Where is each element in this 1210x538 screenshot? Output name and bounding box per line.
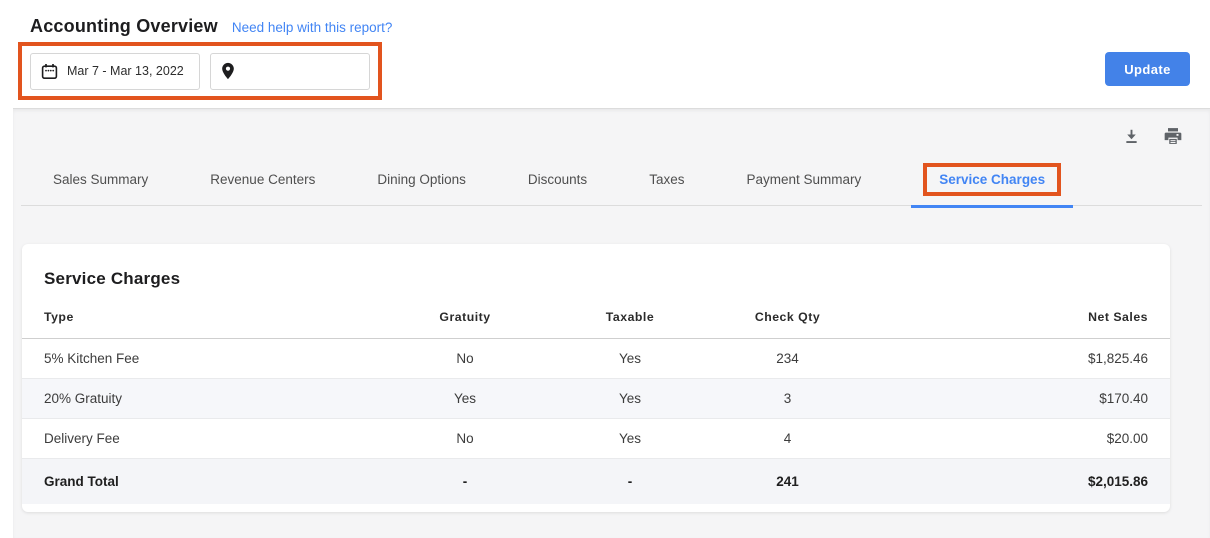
cell-gratuity: Yes [375,379,555,419]
location-picker[interactable] [210,53,370,90]
cell-type: Grand Total [22,459,375,505]
cell-gratuity: - [375,459,555,505]
date-range-value: Mar 7 - Mar 13, 2022 [67,64,184,78]
tab-revenue-centers[interactable]: Revenue Centers [210,172,315,187]
grand-total-row: Grand Total - - 241 $2,015.86 [22,459,1170,505]
service-charges-card: Service Charges Type Gratuity Taxable Ch… [22,244,1170,512]
tab-discounts[interactable]: Discounts [528,172,587,187]
tab-service-charges-label: Service Charges [939,172,1045,187]
tab-payment-summary[interactable]: Payment Summary [746,172,861,187]
download-icon[interactable] [1120,125,1142,147]
report-header: Accounting Overview Need help with this … [0,0,1210,108]
cell-taxable: Yes [555,339,705,379]
tab-sales-summary[interactable]: Sales Summary [53,172,148,187]
title-row: Accounting Overview Need help with this … [0,0,1210,37]
cell-net-sales: $170.40 [870,379,1170,419]
report-toolbar [13,109,1210,153]
cell-taxable: Yes [555,379,705,419]
cell-taxable: - [555,459,705,505]
print-icon[interactable] [1162,125,1184,147]
column-header-taxable: Taxable [555,297,705,339]
tab-dining-options[interactable]: Dining Options [377,172,466,187]
report-panel: Sales Summary Revenue Centers Dining Opt… [13,108,1210,538]
report-tabs: Sales Summary Revenue Centers Dining Opt… [21,153,1202,206]
table-row: Delivery Fee No Yes 4 $20.00 [22,419,1170,459]
table-row: 20% Gratuity Yes Yes 3 $170.40 [22,379,1170,419]
column-header-type: Type [22,297,375,339]
table-row: 5% Kitchen Fee No Yes 234 $1,825.46 [22,339,1170,379]
cell-type: 20% Gratuity [22,379,375,419]
table-header-row: Type Gratuity Taxable Check Qty Net Sale… [22,297,1170,339]
help-link[interactable]: Need help with this report? [232,20,393,35]
card-title: Service Charges [44,269,1148,289]
cell-type: 5% Kitchen Fee [22,339,375,379]
date-range-picker[interactable]: Mar 7 - Mar 13, 2022 [30,53,200,90]
cell-net-sales: $20.00 [870,419,1170,459]
column-header-gratuity: Gratuity [375,297,555,339]
cell-taxable: Yes [555,419,705,459]
cell-gratuity: No [375,339,555,379]
location-pin-icon [221,62,235,80]
cell-gratuity: No [375,419,555,459]
cell-net-sales: $2,015.86 [870,459,1170,505]
column-header-net-sales: Net Sales [870,297,1170,339]
highlight-annotation-active-tab: Service Charges [923,163,1061,196]
cell-type: Delivery Fee [22,419,375,459]
cell-check-qty: 4 [705,419,870,459]
page-title: Accounting Overview [30,16,218,37]
tab-taxes[interactable]: Taxes [649,172,684,187]
tab-service-charges[interactable]: Service Charges [923,163,1061,196]
cell-check-qty: 234 [705,339,870,379]
cell-check-qty: 241 [705,459,870,505]
column-header-check-qty: Check Qty [705,297,870,339]
calendar-icon [41,63,58,80]
service-charges-table: Type Gratuity Taxable Check Qty Net Sale… [22,297,1170,504]
cell-net-sales: $1,825.46 [870,339,1170,379]
update-button[interactable]: Update [1105,52,1190,86]
cell-check-qty: 3 [705,379,870,419]
highlight-annotation-filters: Mar 7 - Mar 13, 2022 [18,42,382,100]
